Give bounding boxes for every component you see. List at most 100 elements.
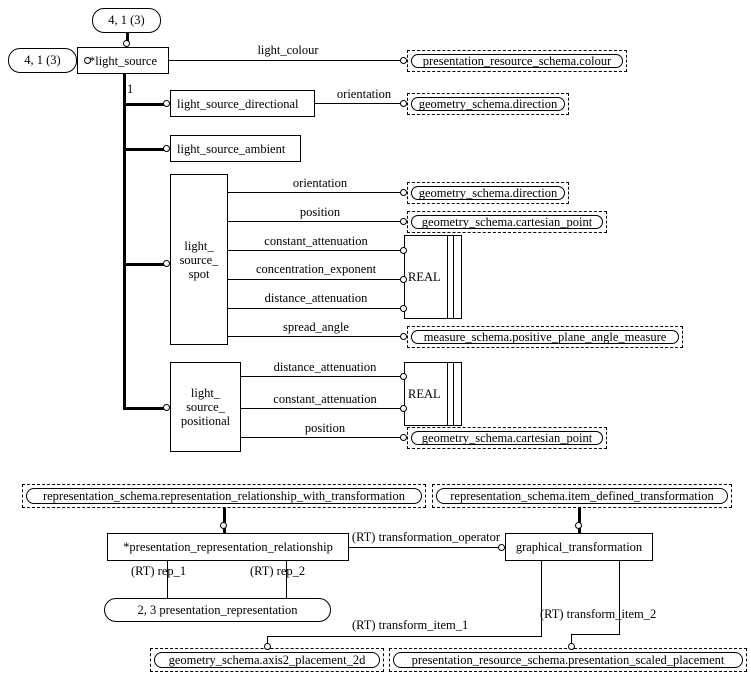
page-ref-oval-left[interactable]: 4, 1 (3) — [8, 48, 77, 73]
label-concentration-exponent: concentration_exponent — [255, 262, 377, 276]
connector-subtype-positional — [123, 407, 166, 410]
connector-constant-attenuation-positional — [241, 408, 404, 409]
entity-light-source-spot-label-line3: spot — [188, 266, 210, 281]
connector-transform-item-1-vertical — [541, 561, 542, 636]
entity-graphical-transformation-label: graphical_transformation — [515, 540, 643, 554]
connector-concentration-exponent — [228, 279, 404, 280]
label-spread-angle: spread_angle — [283, 320, 349, 334]
connector-subtype-directional — [123, 103, 166, 106]
ref-colour-label: presentation_resource_schema.colour — [411, 54, 623, 68]
circle-orientation-directional — [400, 100, 407, 107]
label-rep-2: (RT) rep_2 — [250, 564, 306, 578]
type-real-spot-label: REAL — [408, 270, 441, 284]
circle-subtype-positional — [163, 404, 170, 411]
circle-subtype-ambient — [163, 145, 170, 152]
entity-presentation-representation-label: 2, 3 presentation_representation — [137, 602, 298, 617]
circle-position-positional — [400, 434, 407, 441]
entity-light-source-label: *light_source — [88, 53, 158, 68]
entity-presentation-representation-relationship[interactable]: *presentation_representation_relationshi… — [107, 533, 349, 561]
ref-representation-relationship-with-transformation[interactable]: representation_schema.representation_rel… — [22, 484, 426, 508]
type-real-positional[interactable]: REAL — [404, 362, 462, 426]
ref-measure-schema-positive-plane-angle-measure[interactable]: measure_schema.positive_plane_angle_meas… — [407, 326, 683, 348]
label-orientation-directional: orientation — [336, 87, 392, 101]
circle-spread-angle — [400, 333, 407, 340]
express-g-diagram: 4, 1 (3) 4, 1 (3) *light_source light_co… — [0, 0, 751, 681]
entity-light-source-positional-label-line2: source_ — [186, 400, 225, 414]
label-distance-attenuation-positional: distance_attenuation — [273, 360, 377, 374]
label-rep-1: (RT) rep_1 — [131, 564, 187, 578]
label-distance-attenuation-spot: distance_attenuation — [264, 291, 368, 305]
connector-supertype-gt — [578, 508, 581, 534]
ref-item-defined-transformation[interactable]: representation_schema.item_defined_trans… — [432, 484, 732, 508]
entity-light-source-positional-label-line3: positional — [180, 414, 231, 428]
ref-geometry-schema-direction-directional[interactable]: geometry_schema.direction — [407, 93, 569, 115]
circle-supertype-gt — [575, 522, 582, 529]
ref-direction-spot-label: geometry_schema.direction — [411, 186, 565, 200]
entity-graphical-transformation[interactable]: graphical_transformation — [505, 533, 653, 561]
type-real-spot-rule-a — [447, 236, 448, 318]
ref-rep-rel-with-transformation-label: representation_schema.representation_rel… — [26, 488, 422, 504]
ref-axis2-placement-2d-label: geometry_schema.axis2_placement_2d — [154, 652, 380, 668]
circle-transform-item-1 — [264, 643, 271, 650]
connector-transformation-operator — [349, 547, 505, 548]
label-light-colour: light_colour — [257, 43, 319, 57]
circle-transform-item-2 — [568, 643, 575, 650]
ref-positive-plane-angle-measure-label: measure_schema.positive_plane_angle_meas… — [411, 330, 679, 344]
connector-distance-attenuation-positional — [241, 376, 404, 377]
label-position-positional: position — [304, 421, 346, 435]
entity-light-source-spot[interactable]: light_ source_ spot — [170, 174, 228, 345]
circle-pageref-left — [84, 57, 91, 64]
label-transformation-operator: (RT) transformation_operator — [351, 530, 501, 544]
circle-orientation-spot — [400, 189, 407, 196]
label-orientation-spot: orientation — [292, 176, 348, 190]
type-real-spot-rule-b — [453, 236, 454, 318]
connector-subtype-ambient — [123, 148, 166, 151]
label-subtype-constraint: 1 — [127, 82, 134, 96]
ref-presentation-scaled-placement[interactable]: presentation_resource_schema.presentatio… — [389, 648, 747, 672]
label-transform-item-1: (RT) transform_item_1 — [352, 618, 469, 632]
connector-spread-angle — [228, 336, 404, 337]
connector-transform-item-2-vertical — [619, 561, 620, 634]
page-ref-oval-top[interactable]: 4, 1 (3) — [92, 8, 161, 33]
connector-constant-attenuation-spot — [228, 250, 404, 251]
entity-light-source-directional[interactable]: light_source_directional — [170, 90, 315, 117]
ref-item-defined-transformation-label: representation_schema.item_defined_trans… — [436, 488, 728, 504]
entity-light-source-spot-label-line2: source_ — [179, 252, 219, 267]
ref-direction-directional-label: geometry_schema.direction — [411, 97, 565, 111]
entity-light-source-directional-label: light_source_directional — [177, 96, 299, 111]
ref-geometry-schema-cartesian-point-spot[interactable]: geometry_schema.cartesian_point — [407, 211, 607, 233]
label-constant-attenuation-spot: constant_attenuation — [264, 234, 368, 248]
label-position-spot: position — [299, 205, 341, 219]
connector-distance-attenuation-spot — [228, 308, 404, 309]
label-transform-item-2: (RT) transform_item_2 — [540, 607, 657, 621]
ref-geometry-schema-axis2-placement-2d[interactable]: geometry_schema.axis2_placement_2d — [150, 648, 384, 672]
label-constant-attenuation-positional: constant_attenuation — [273, 392, 377, 406]
circle-pageref-top — [123, 40, 130, 47]
type-real-positional-label: REAL — [408, 387, 441, 401]
connector-position-spot — [228, 221, 404, 222]
entity-light-source-ambient[interactable]: light_source_ambient — [170, 135, 301, 162]
circle-constant-attenuation-positional — [400, 405, 407, 412]
circle-light-colour — [400, 57, 407, 64]
connector-subtype-spot — [123, 263, 166, 266]
connector-transform-item-1-horizontal — [267, 636, 542, 637]
circle-transformation-operator — [498, 544, 505, 551]
connector-orientation-directional — [315, 103, 404, 104]
entity-presentation-representation[interactable]: 2, 3 presentation_representation — [104, 598, 331, 622]
ref-geometry-schema-cartesian-point-positional[interactable]: geometry_schema.cartesian_point — [407, 427, 607, 449]
entity-presentation-representation-relationship-label: *presentation_representation_relationshi… — [123, 540, 333, 554]
ref-presentation-resource-schema-colour[interactable]: presentation_resource_schema.colour — [407, 50, 627, 72]
circle-subtype-directional — [163, 100, 170, 107]
circle-concentration-exponent — [400, 276, 407, 283]
entity-light-source-positional[interactable]: light_ source_ positional — [170, 362, 241, 452]
circle-position-spot — [400, 218, 407, 225]
ref-geometry-schema-direction-spot[interactable]: geometry_schema.direction — [407, 182, 569, 204]
ref-cartesian-point-spot-label: geometry_schema.cartesian_point — [411, 215, 603, 229]
connector-position-positional — [241, 437, 404, 438]
ref-scaled-placement-label: presentation_resource_schema.presentatio… — [393, 652, 743, 668]
entity-light-source-positional-label-line1: light_ — [190, 386, 221, 400]
circle-constant-attenuation-spot — [400, 247, 407, 254]
connector-supertype-prr — [223, 508, 226, 534]
type-real-spot[interactable]: REAL — [404, 235, 462, 319]
supertype-trunk — [123, 74, 126, 409]
